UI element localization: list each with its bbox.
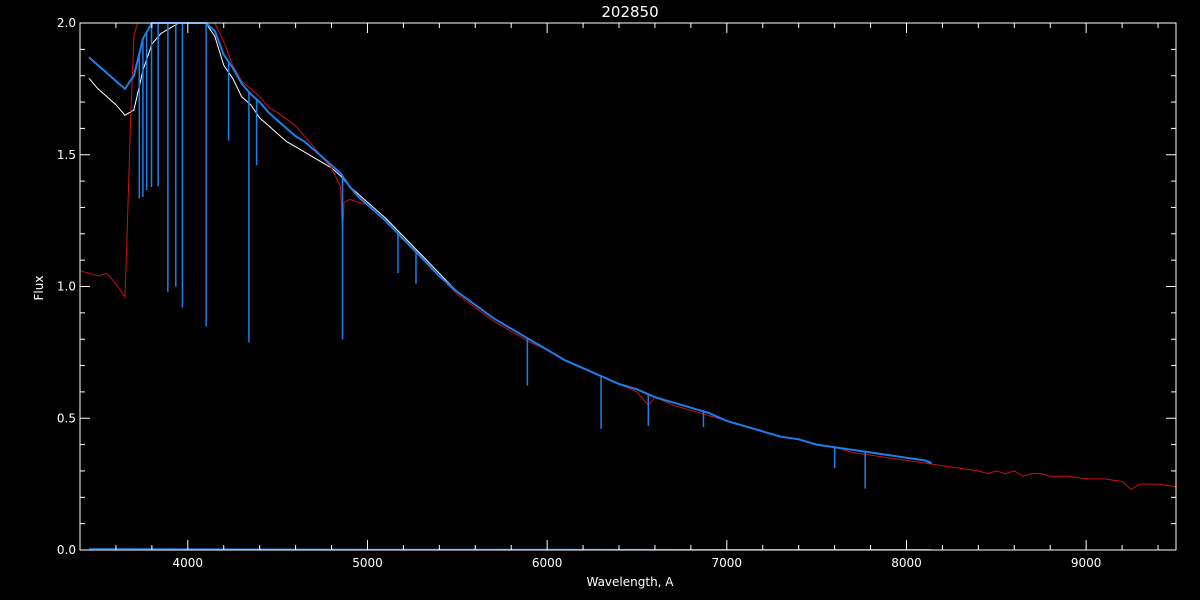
x-axis-ticks: 4000 5000 6000 7000 8000 9000 [115, 23, 1159, 570]
x-tick-label: 6000 [532, 556, 563, 570]
y-tick-label: 1.0 [57, 280, 76, 294]
series-line-0 [88, 22, 932, 464]
x-tick-label: 4000 [173, 556, 204, 570]
y-tick-label: 0.0 [57, 543, 76, 557]
y-axis-ticks: 0.0 0.5 1.0 1.5 2.0 [57, 16, 1176, 557]
chart-title: 202850 [601, 3, 658, 21]
y-tick-label: 2.0 [57, 16, 76, 30]
y-axis-label: Flux [32, 276, 46, 301]
x-tick-label: 8000 [891, 556, 922, 570]
y-tick-label: 1.5 [57, 148, 76, 162]
x-tick-label: 7000 [712, 556, 743, 570]
plot-frame [79, 22, 1177, 551]
series-line-3 [88, 548, 932, 550]
spectrum-chart: 4000 5000 6000 7000 8000 9000 0.0 0.5 1.0 1.5 2.0… [32, 3, 1177, 589]
x-tick-label: 5000 [352, 556, 383, 570]
x-axis-label: Wavelength, A [586, 575, 674, 589]
series-line-1 [79, 22, 1177, 491]
y-tick-label: 0.5 [57, 411, 76, 425]
series-line-2 [88, 22, 932, 464]
x-tick-label: 9000 [1071, 556, 1102, 570]
plot-area [79, 22, 1177, 550]
